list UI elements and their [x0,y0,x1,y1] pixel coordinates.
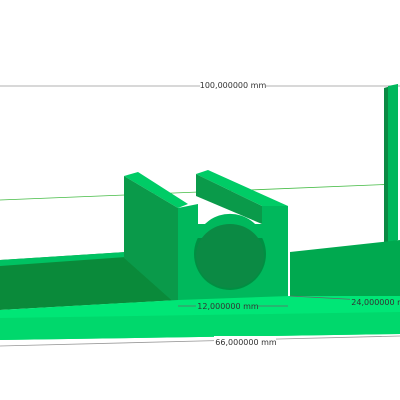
hole-interior [196,224,264,288]
base-length-label: 66,000000 mm [215,338,277,347]
cad-viewport[interactable]: 100,000000 mm 12,000000 mm 24,000000 66,… [0,0,400,400]
overall-dimension-label: 100,000000 mm [200,81,267,90]
depth-label: 24,000000 mm [351,298,400,307]
right-post-side [388,84,398,242]
model-scene[interactable]: 100,000000 mm 12,000000 mm 24,000000 66,… [0,0,400,400]
channel-width-label: 12,000000 mm [197,302,259,311]
base-back-right [290,240,400,296]
